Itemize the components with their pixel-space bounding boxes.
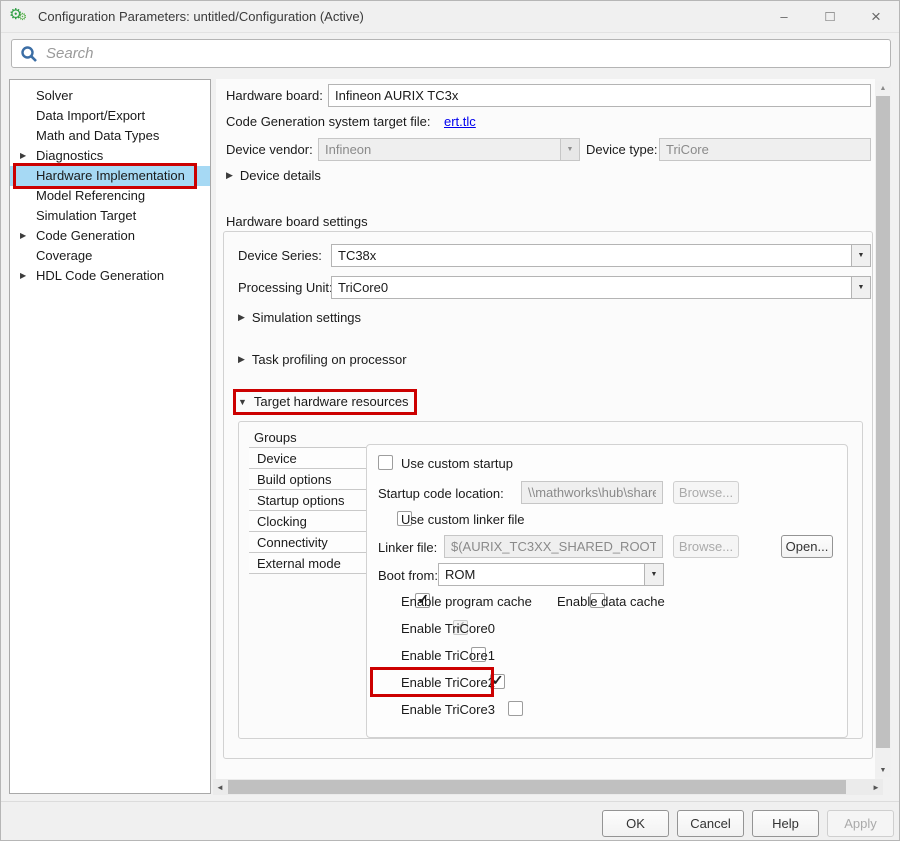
simulink-gear-icon: ⚙ ⚙ [11, 8, 29, 26]
group-item-device[interactable]: Device [249, 448, 366, 469]
group-item-external-mode[interactable]: External mode [249, 553, 366, 574]
board-settings-title: Hardware board settings [226, 214, 368, 229]
expand-arrow-icon[interactable]: ▶ [20, 146, 26, 166]
device-series-label: Device Series: [238, 248, 322, 263]
hardware-board-input[interactable] [328, 84, 871, 107]
sidebar-item-model-referencing[interactable]: Model Referencing [10, 186, 210, 206]
collapsed-arrow-icon: ▶ [226, 170, 233, 181]
use-custom-startup-label: Use custom startup [401, 456, 513, 471]
help-button[interactable]: Help [752, 810, 819, 837]
expand-arrow-icon[interactable]: ▶ [20, 226, 26, 246]
group-item-connectivity[interactable]: Connectivity [249, 532, 366, 553]
enable-program-cache-label: Enable program cache [401, 594, 532, 609]
window-title: Configuration Parameters: untitled/Confi… [38, 9, 364, 24]
enable-tricore2-label: Enable TriCore2 [401, 675, 495, 690]
chevron-down-icon: ▼ [560, 139, 579, 160]
enable-tricore0-label: Enable TriCore0 [401, 621, 495, 636]
device-details-disclosure[interactable]: ▶ Device details [226, 168, 321, 183]
processing-unit-combo[interactable]: TriCore0 ▼ [331, 276, 871, 299]
group-item-startup-options[interactable]: Startup options [249, 490, 366, 511]
linker-file-field [444, 535, 663, 558]
sidebar-item-data-import-export[interactable]: Data Import/Export [10, 106, 210, 126]
vertical-scrollbar-thumb[interactable] [876, 96, 890, 748]
device-series-combo[interactable]: TC38x ▼ [331, 244, 871, 267]
enable-tricore3-checkbox[interactable] [508, 701, 523, 716]
target-file-label: Code Generation system target file: [226, 114, 431, 129]
search-box[interactable] [11, 39, 891, 68]
device-vendor-label: Device vendor: [226, 142, 313, 157]
search-input[interactable] [46, 45, 890, 62]
title-bar: ⚙ ⚙ Configuration Parameters: untitled/C… [1, 1, 899, 33]
device-type-field [659, 138, 871, 161]
scroll-up-icon[interactable]: ▲ [875, 81, 891, 95]
chevron-down-icon[interactable]: ▼ [644, 564, 663, 585]
target-file-link[interactable]: ert.tlc [444, 114, 476, 129]
horizontal-scrollbar-thumb[interactable] [228, 780, 846, 794]
sidebar-item-code-generation[interactable]: ▶Code Generation [10, 226, 210, 246]
sidebar-item-hdl-code-generation[interactable]: ▶HDL Code Generation [10, 266, 210, 286]
use-custom-linker-label: Use custom linker file [401, 512, 525, 527]
task-profiling-disclosure[interactable]: ▶ Task profiling on processor [238, 352, 407, 367]
search-icon [20, 45, 38, 63]
enable-tricore3-label: Enable TriCore3 [401, 702, 495, 717]
scroll-left-icon[interactable]: ◄ [213, 779, 227, 795]
vertical-scrollbar[interactable]: ▲ ▼ [875, 81, 891, 777]
horizontal-scrollbar[interactable]: ◄ ► [213, 779, 883, 795]
use-custom-startup-checkbox[interactable] [378, 455, 393, 470]
sidebar-item-diagnostics[interactable]: ▶Diagnostics [10, 146, 210, 166]
enable-tricore1-label: Enable TriCore1 [401, 648, 495, 663]
boot-from-label: Boot from: [378, 568, 438, 583]
device-type-label: Device type: [586, 142, 658, 157]
maximize-icon[interactable]: □ [807, 1, 853, 33]
browse-linker-button: Browse... [673, 535, 739, 558]
group-item-build-options[interactable]: Build options [249, 469, 366, 490]
collapsed-arrow-icon: ▶ [238, 354, 245, 365]
group-item-clocking[interactable]: Clocking [249, 511, 366, 532]
enable-data-cache-label: Enable data cache [557, 594, 665, 609]
expand-arrow-icon[interactable]: ▶ [20, 266, 26, 286]
hardware-board-label: Hardware board: [226, 88, 323, 103]
sidebar-item-hardware-implementation[interactable]: Hardware Implementation [10, 166, 210, 186]
browse-startup-button: Browse... [673, 481, 739, 504]
processing-unit-label: Processing Unit: [238, 280, 333, 295]
collapsed-arrow-icon: ▶ [238, 312, 245, 323]
boot-from-combo[interactable]: ROM ▼ [438, 563, 664, 586]
sidebar-item-math-and-data-types[interactable]: Math and Data Types [10, 126, 210, 146]
device-vendor-combo[interactable]: Infineon ▼ [318, 138, 580, 161]
dialog-footer: OK Cancel Help Apply [1, 801, 899, 841]
hardware-implementation-pane: Hardware board: Code Generation system t… [216, 79, 875, 794]
chevron-down-icon[interactable]: ▼ [851, 277, 870, 298]
linker-file-label: Linker file: [378, 540, 437, 555]
minimize-icon[interactable]: – [761, 1, 807, 33]
cancel-button[interactable]: Cancel [677, 810, 744, 837]
target-hardware-resources-disclosure[interactable]: ▼ Target hardware resources [238, 394, 409, 409]
sidebar-item-simulation-target[interactable]: Simulation Target [10, 206, 210, 226]
ok-button[interactable]: OK [602, 810, 669, 837]
expanded-arrow-icon: ▼ [238, 397, 247, 407]
configuration-parameters-dialog: ⚙ ⚙ Configuration Parameters: untitled/C… [0, 0, 900, 841]
startup-code-location-field [521, 481, 663, 504]
scroll-right-icon[interactable]: ► [869, 779, 883, 795]
startup-code-location-label: Startup code location: [378, 486, 504, 501]
open-linker-button[interactable]: Open... [781, 535, 833, 558]
chevron-down-icon[interactable]: ▼ [851, 245, 870, 266]
sidebar-item-coverage[interactable]: Coverage [10, 246, 210, 266]
sidebar-item-solver[interactable]: Solver [10, 86, 210, 106]
groups-list: Device Build options Startup options Clo… [249, 447, 366, 574]
groups-title: Groups [254, 430, 297, 445]
close-icon[interactable]: × [853, 1, 899, 33]
apply-button: Apply [827, 810, 894, 837]
category-tree: Solver Data Import/Export Math and Data … [9, 79, 211, 794]
simulation-settings-disclosure[interactable]: ▶ Simulation settings [238, 310, 361, 325]
scroll-down-icon[interactable]: ▼ [875, 763, 891, 777]
